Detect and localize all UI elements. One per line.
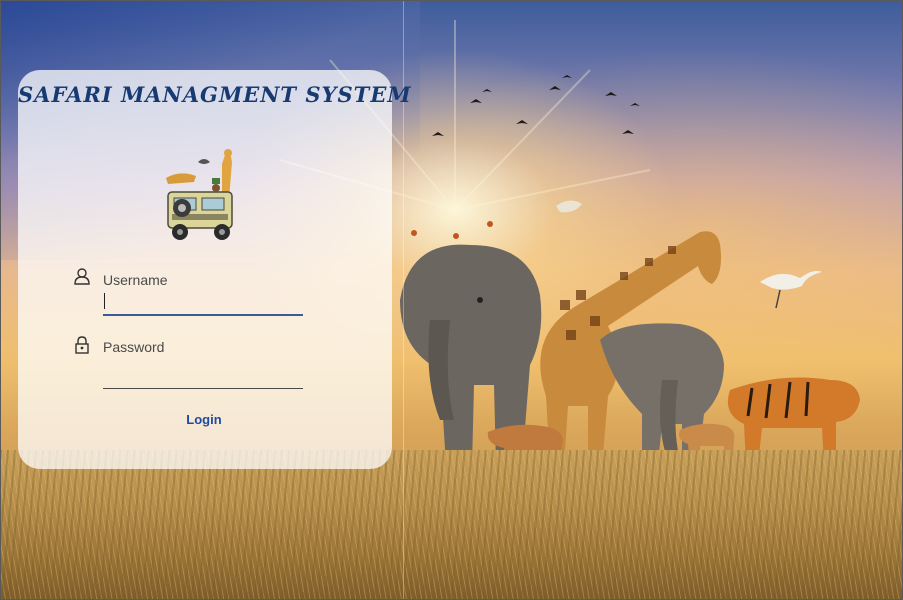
password-label: Password <box>103 339 165 355</box>
lock-icon <box>75 336 89 354</box>
stork-small <box>556 200 582 213</box>
user-icon <box>74 268 90 285</box>
username-input[interactable] <box>104 290 302 312</box>
password-input[interactable] <box>104 362 302 384</box>
butterflies <box>411 221 493 239</box>
text-cursor <box>104 293 105 309</box>
password-underline <box>103 388 303 389</box>
savanna-grass <box>0 450 903 600</box>
app-title: SAFARI MANAGMENT SYSTEM <box>18 82 412 107</box>
login-button[interactable]: Login <box>168 408 240 430</box>
stork <box>760 270 822 309</box>
safari-jeep-logo <box>166 149 233 240</box>
login-panel: SAFARI MANAGMENT SYSTEM Username Passwor… <box>18 70 412 469</box>
username-underline <box>103 314 303 316</box>
username-label: Username <box>103 272 168 288</box>
